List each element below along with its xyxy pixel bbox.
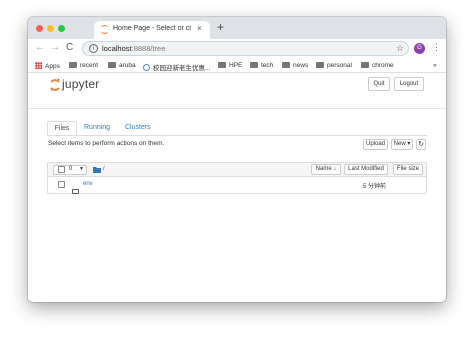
bookmark-aruba[interactable]: aruba: [108, 62, 136, 69]
tabs-divider: [47, 135, 427, 136]
jupyter-page: jupyter Quit Logout Files Running Cluste…: [28, 73, 446, 302]
row-modified: 5 分钟前: [363, 184, 387, 190]
profile-avatar[interactable]: G: [414, 43, 425, 54]
info-icon[interactable]: i: [89, 44, 98, 53]
close-window-button[interactable]: [36, 25, 43, 32]
url-text[interactable]: localhost:8888/tree: [102, 44, 165, 53]
folder-icon: [250, 62, 258, 68]
tab-title: Home Page - Select or create: [113, 25, 191, 32]
bookmark-apps[interactable]: Apps: [35, 62, 60, 70]
breadcrumb[interactable]: /: [103, 166, 105, 172]
jupyter-wordmark[interactable]: jupyter: [62, 77, 99, 91]
sort-name-button[interactable]: Name ↓: [311, 164, 341, 175]
select-all-checkbox[interactable]: [58, 166, 65, 173]
instructions-text: Select items to perform actions on them.: [48, 140, 165, 147]
bookmark-personal[interactable]: personal: [316, 62, 352, 69]
table-row[interactable]: env 5 分钟前: [48, 177, 426, 194]
tab-running[interactable]: Running: [84, 121, 110, 135]
sort-file-size-button[interactable]: File size: [393, 164, 423, 175]
selected-count: 0: [69, 166, 73, 172]
forward-icon[interactable]: →: [50, 42, 60, 53]
row-name-link[interactable]: env: [83, 181, 93, 187]
folder-icon: [72, 181, 79, 199]
sort-last-modified-button[interactable]: Last Modified: [344, 164, 388, 175]
bookmark-recent[interactable]: recent: [69, 62, 98, 69]
reload-icon[interactable]: C: [66, 42, 73, 53]
quit-button[interactable]: Quit: [368, 77, 390, 91]
jupyter-logo-icon: [50, 78, 60, 92]
bookmark-hpe[interactable]: HPE: [218, 62, 242, 69]
folder-icon[interactable]: [93, 166, 101, 173]
tab-clusters[interactable]: Clusters: [125, 121, 151, 135]
logout-button[interactable]: Logout: [394, 77, 424, 91]
back-icon[interactable]: ←: [35, 42, 45, 53]
refresh-button[interactable]: ↻: [416, 139, 426, 150]
jupyter-favicon-icon: [100, 25, 109, 34]
bookmark-tech[interactable]: tech: [250, 62, 273, 69]
browser-window: Home Page - Select or create × + ← → C i…: [28, 17, 446, 302]
folder-icon: [361, 62, 369, 68]
bookmarks-overflow[interactable]: »: [433, 62, 437, 69]
apps-grid-icon: [35, 62, 42, 69]
bookmarks-bar: Apps recent aruba 校园迎新老生优惠... HPE tech n…: [28, 59, 446, 73]
folder-icon: [282, 62, 290, 68]
folder-icon: [316, 62, 324, 68]
folder-icon: [69, 62, 77, 68]
globe-icon: [143, 64, 150, 71]
upload-button[interactable]: Upload: [363, 139, 388, 150]
jupyter-header: jupyter Quit Logout: [28, 73, 446, 109]
maximize-window-button[interactable]: [58, 25, 65, 32]
browser-menu-icon[interactable]: ⋮: [432, 42, 441, 53]
bookmark-star-icon[interactable]: ☆: [396, 43, 404, 54]
bookmark-chrome[interactable]: chrome: [361, 62, 394, 69]
tab-bar: Home Page - Select or create × +: [28, 17, 446, 39]
bookmark-campus[interactable]: 校园迎新老生优惠...: [143, 62, 210, 72]
minimize-window-button[interactable]: [47, 25, 54, 32]
file-list: 0 ▼ / Name ↓ Last Modified File size env…: [47, 162, 427, 194]
new-dropdown-button[interactable]: New ▾: [391, 139, 413, 150]
file-list-header: 0 ▼ / Name ↓ Last Modified File size: [48, 163, 426, 177]
bookmark-news[interactable]: news: [282, 62, 308, 69]
folder-icon: [108, 62, 116, 68]
tab-close-icon[interactable]: ×: [197, 24, 202, 33]
browser-toolbar: ← → C i localhost:8888/tree ☆ G ⋮: [28, 39, 446, 59]
tab-files[interactable]: Files: [47, 121, 77, 135]
address-bar[interactable]: i localhost:8888/tree ☆: [82, 41, 409, 56]
folder-icon: [218, 62, 226, 68]
select-caret-icon[interactable]: ▼: [79, 166, 84, 172]
row-checkbox[interactable]: [58, 181, 65, 188]
new-tab-button[interactable]: +: [217, 20, 224, 34]
browser-tab[interactable]: Home Page - Select or create ×: [94, 21, 210, 39]
